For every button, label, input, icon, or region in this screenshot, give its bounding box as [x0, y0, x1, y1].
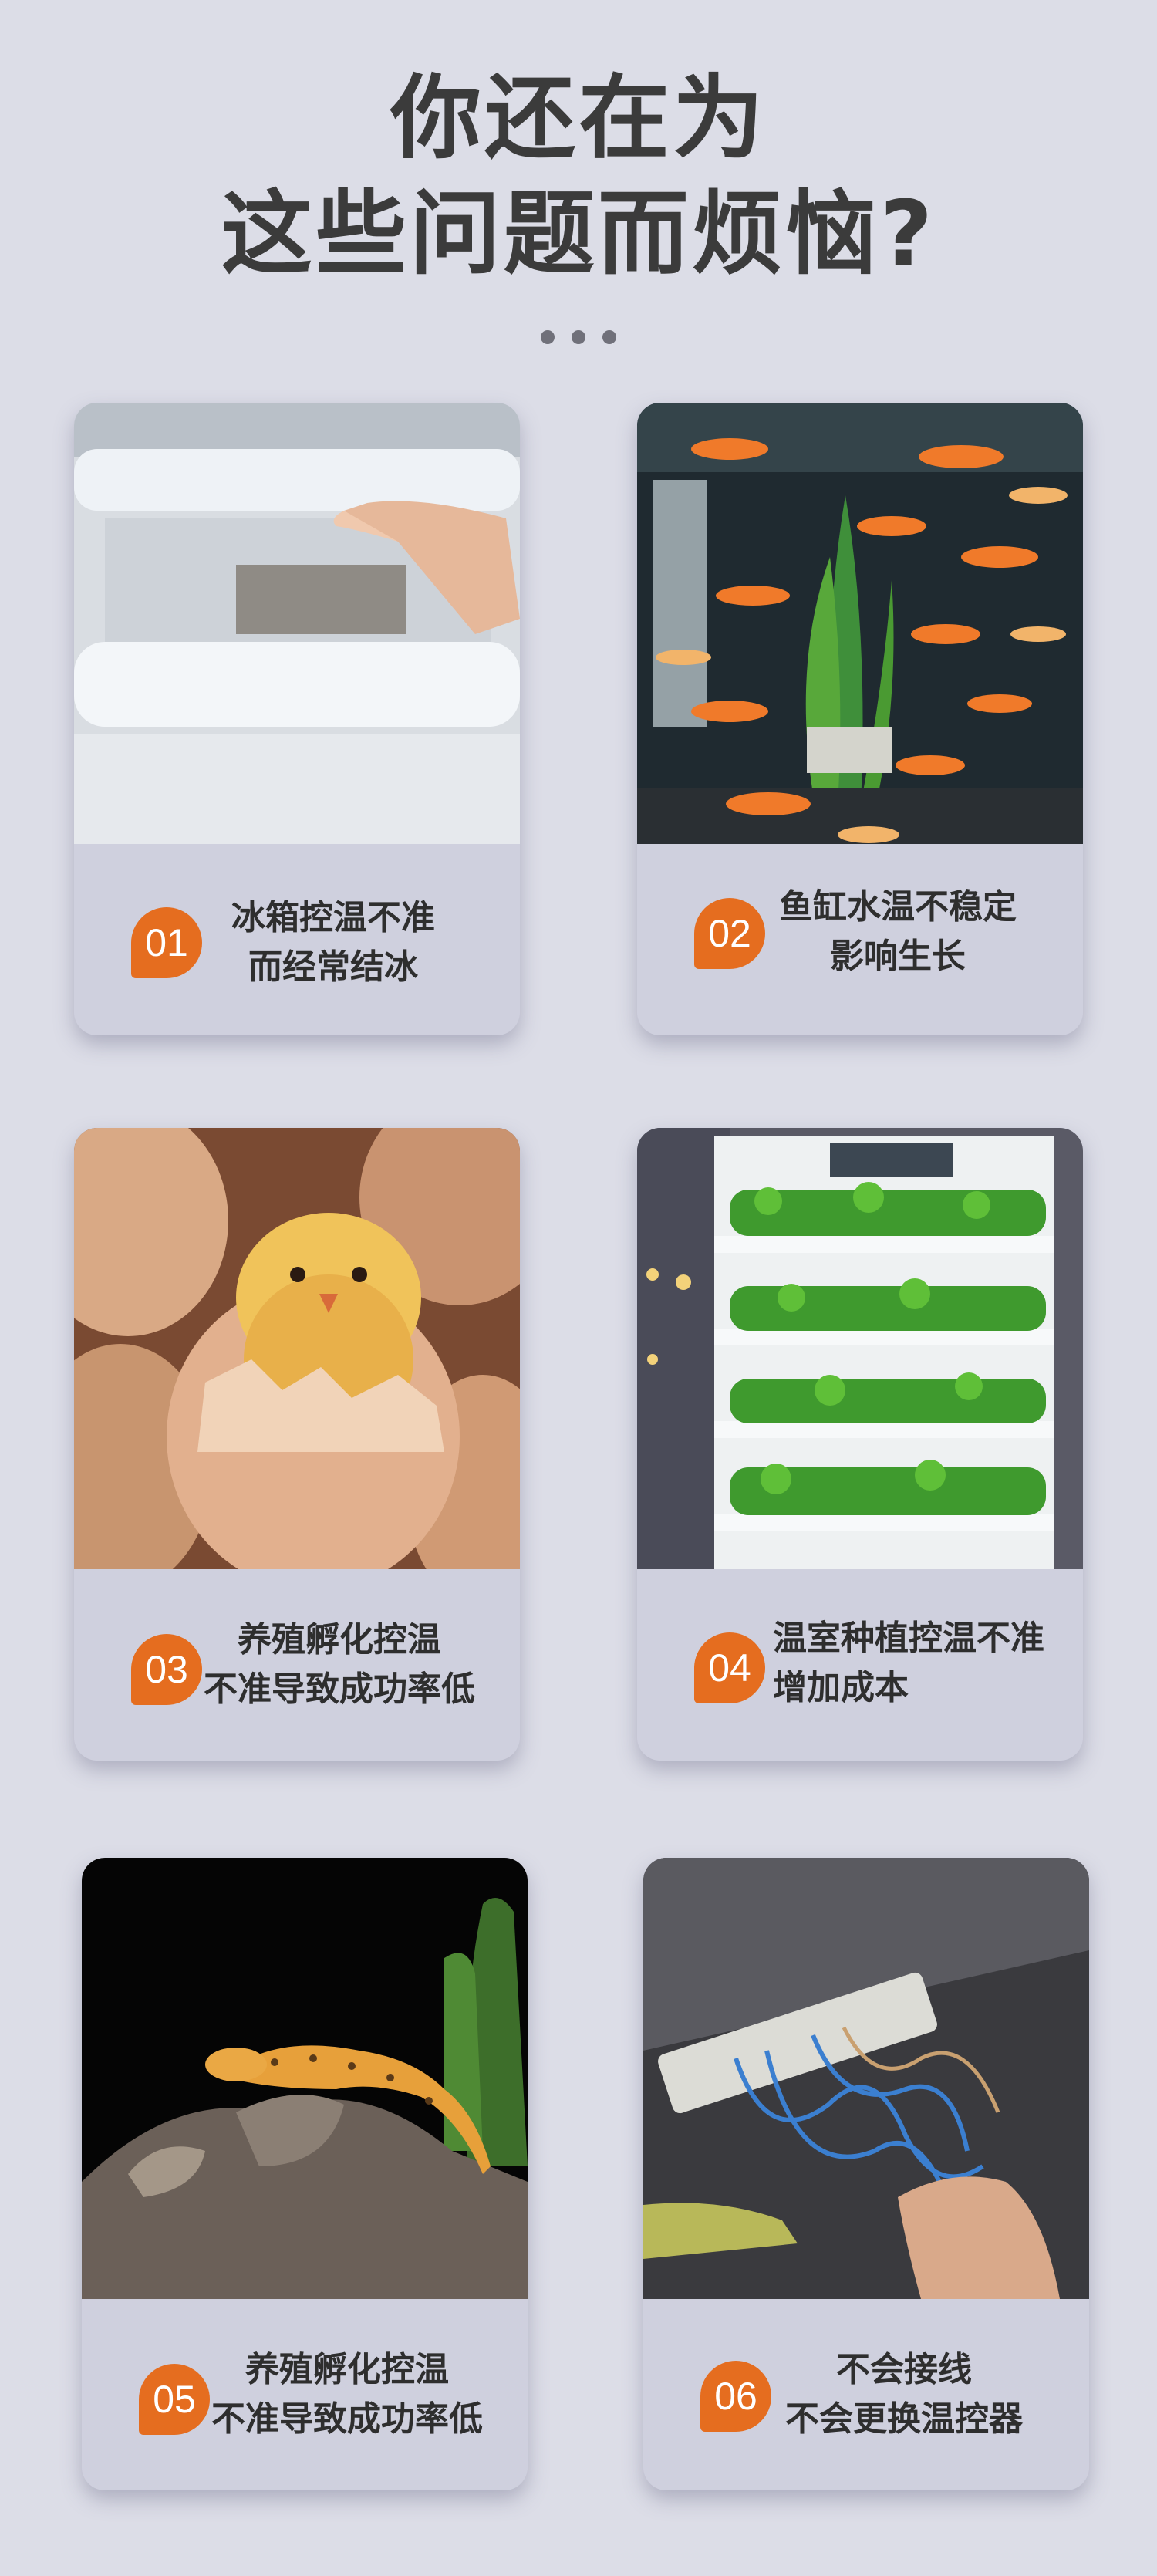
- card-text-line-2: 增加成本: [773, 1668, 909, 1707]
- card-caption: 05 养殖孵化控温 不准导致成功率低: [82, 2299, 528, 2490]
- dot-2: [572, 330, 585, 344]
- dot-1: [541, 330, 555, 344]
- card-text: 温室种植控温不准 增加成本: [773, 1614, 1044, 1713]
- card-caption: 03 养殖孵化控温 不准导致成功率低: [74, 1569, 520, 1761]
- number-badge: 06: [700, 2361, 771, 2432]
- card-text: 不会接线 不会更换温控器: [785, 2345, 1023, 2444]
- card-text: 养殖孵化控温 不准导致成功率低: [204, 1615, 475, 1714]
- frozen-freezer-photo: [74, 403, 520, 844]
- title-line-1: 你还在为: [390, 65, 767, 171]
- card-caption: 01 冰箱控温不准 而经常结冰: [74, 844, 520, 1035]
- pagination-dots: [0, 330, 1157, 347]
- title-line-2: 这些问题而烦恼?: [221, 181, 936, 287]
- aquarium-fish-photo: [637, 403, 1083, 844]
- card-text-line-1: 温室种植控温不准: [773, 1619, 1044, 1658]
- page-title: 你还在为 这些问题而烦恼?: [0, 60, 1157, 292]
- card-text-line-1: 养殖孵化控温: [238, 1620, 441, 1659]
- hatching-chick-photo: [74, 1128, 520, 1569]
- dot-3: [602, 330, 616, 344]
- card-text: 鱼缸水温不稳定 影响生长: [779, 883, 1017, 981]
- problem-card-3: 03 养殖孵化控温 不准导致成功率低: [74, 1128, 520, 1761]
- number-badge: 03: [131, 1634, 202, 1705]
- gecko-on-rock-photo: [82, 1858, 528, 2299]
- problem-card-4: 04 温室种植控温不准 增加成本: [637, 1128, 1083, 1761]
- card-text: 冰箱控温不准 而经常结冰: [231, 893, 435, 992]
- card-text-line-2: 不准导致成功率低: [204, 1670, 475, 1709]
- card-text: 养殖孵化控温 不准导致成功率低: [211, 2345, 483, 2444]
- problem-card-6: 06 不会接线 不会更换温控器: [643, 1858, 1089, 2490]
- number-badge: 05: [139, 2364, 210, 2435]
- card-text-line-1: 鱼缸水温不稳定: [779, 887, 1017, 927]
- number-badge: 01: [131, 907, 202, 978]
- card-text-line-2: 不会更换温控器: [785, 2399, 1023, 2439]
- card-caption: 06 不会接线 不会更换温控器: [643, 2299, 1089, 2490]
- problem-card-5: 05 养殖孵化控温 不准导致成功率低: [82, 1858, 528, 2490]
- card-text-line-1: 不会接线: [836, 2350, 972, 2389]
- card-text-line-2: 不准导致成功率低: [211, 2399, 483, 2439]
- card-caption: 02 鱼缸水温不稳定 影响生长: [637, 844, 1083, 1035]
- number-badge: 02: [694, 898, 765, 969]
- problem-card-2: 02 鱼缸水温不稳定 影响生长: [637, 403, 1083, 1035]
- number-badge: 04: [694, 1632, 765, 1703]
- indoor-plant-rack-photo: [637, 1128, 1083, 1569]
- card-text-line-2: 而经常结冰: [248, 947, 418, 987]
- card-caption: 04 温室种植控温不准 增加成本: [637, 1569, 1083, 1761]
- card-text-line-2: 影响生长: [830, 937, 966, 976]
- card-text-line-1: 养殖孵化控温: [245, 2350, 449, 2389]
- wiring-hands-photo: [643, 1858, 1089, 2299]
- problem-card-1: 01 冰箱控温不准 而经常结冰: [74, 403, 520, 1035]
- card-text-line-1: 冰箱控温不准: [231, 898, 435, 937]
